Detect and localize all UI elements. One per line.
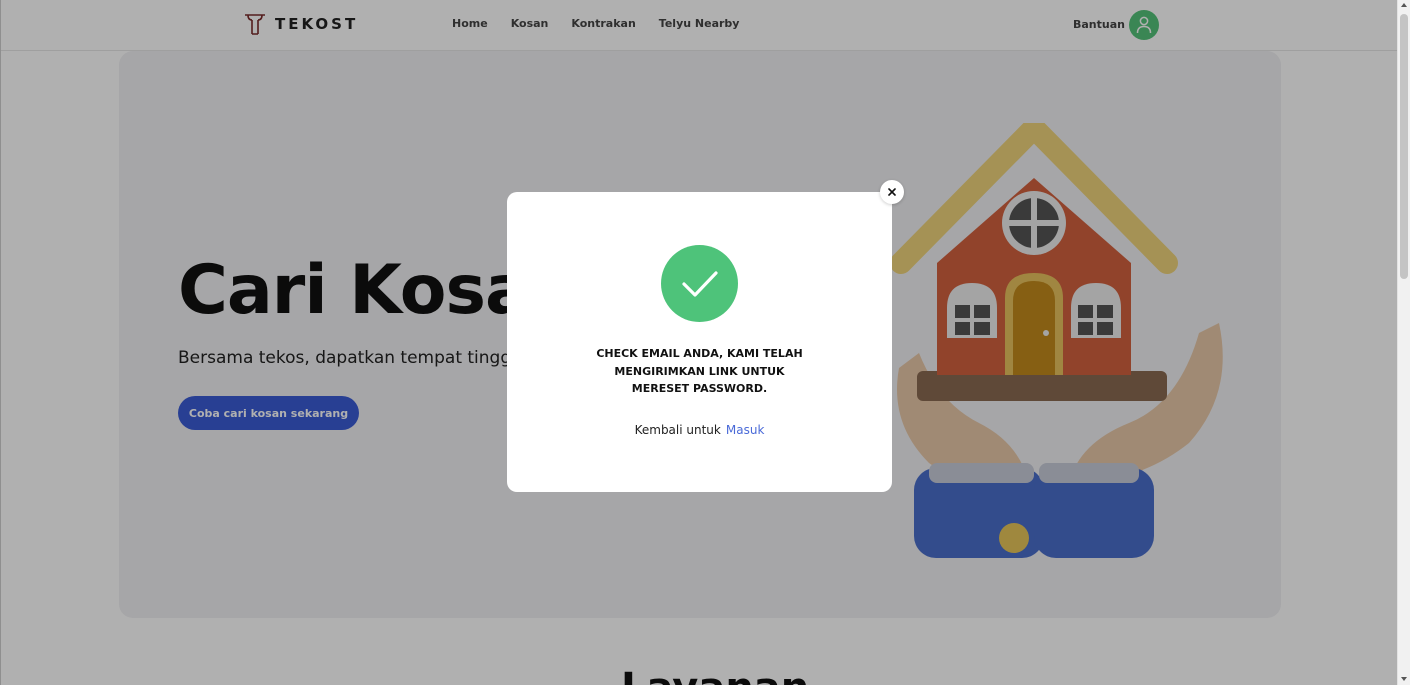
back-to-login: Kembali untuk Masuk — [507, 423, 892, 437]
modal-message-line: CHECK EMAIL ANDA, KAMI TELAH — [596, 347, 803, 360]
window-edge — [1410, 0, 1420, 685]
close-modal-button[interactable] — [880, 180, 904, 204]
check-icon — [681, 270, 718, 297]
success-badge — [661, 245, 738, 322]
close-icon — [888, 188, 896, 196]
modal-message-line: MERESET PASSWORD. — [631, 382, 768, 395]
modal-message-line: MENGIRIMKAN LINK UNTUK — [614, 364, 785, 378]
page-scrollbar[interactable] — [1397, 0, 1410, 685]
scroll-thumb[interactable] — [1400, 14, 1408, 279]
scroll-up-arrow-icon[interactable] — [1401, 3, 1407, 7]
reset-password-modal: CHECK EMAIL ANDA, KAMI TELAH MENGIRIMKAN… — [507, 192, 892, 492]
scroll-down-arrow-icon[interactable] — [1401, 677, 1407, 681]
back-to-login-text: Kembali untuk — [634, 423, 721, 437]
login-link[interactable]: Masuk — [726, 423, 765, 437]
modal-message: CHECK EMAIL ANDA, KAMI TELAH MENGIRIMKAN… — [579, 345, 820, 398]
